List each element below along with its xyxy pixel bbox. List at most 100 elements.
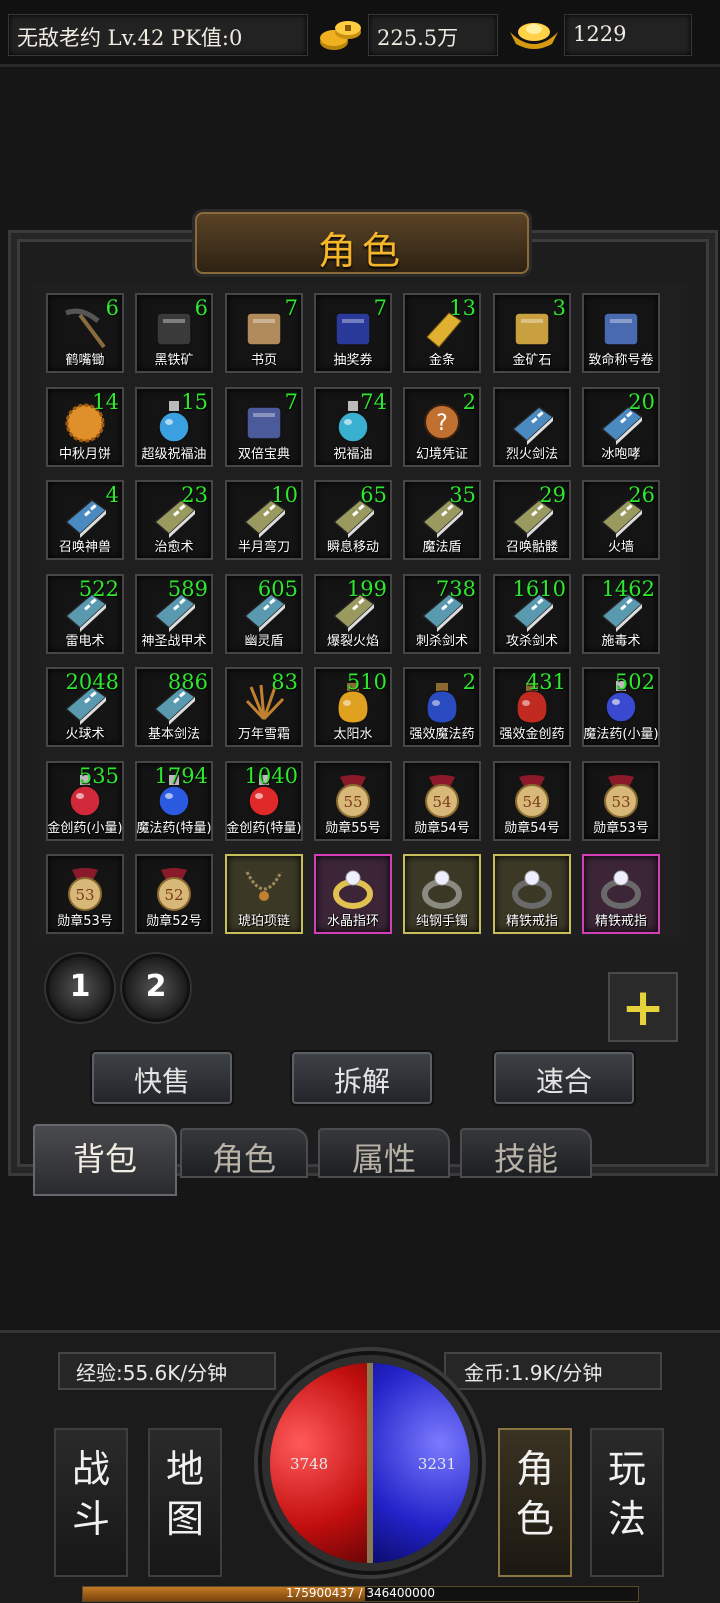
inventory-slot[interactable]: 纯钢手镯 <box>403 854 481 934</box>
inventory-slot[interactable]: 1462 施毒术 <box>582 574 660 654</box>
inventory-slot[interactable]: 1610 攻杀剑术 <box>493 574 571 654</box>
item-count: 502 <box>614 670 655 694</box>
inventory-slot[interactable]: 54 勋章54号 <box>403 761 481 841</box>
inventory-slot[interactable]: 4 召唤神兽 <box>46 480 124 560</box>
nav-battle-button[interactable]: 战 斗 <box>54 1428 128 1577</box>
svg-text:53: 53 <box>611 793 630 811</box>
item-count: 6 <box>194 296 208 320</box>
skill-book-icon <box>509 399 555 445</box>
inventory-slot[interactable]: 7 双倍宝典 <box>225 387 303 467</box>
quick-merge-button[interactable]: 速合 <box>494 1052 634 1104</box>
item-count: 14 <box>92 390 119 414</box>
inventory-slot[interactable]: 29 召唤骷髅 <box>493 480 571 560</box>
item-name: 幻境凭证 <box>415 447 468 462</box>
page-2-button[interactable]: 2 <box>122 954 190 1022</box>
inventory-slot[interactable]: 83 万年雪霜 <box>225 667 303 747</box>
panel-title-plate: 角色 <box>195 212 529 274</box>
item-count: 2 <box>462 670 476 694</box>
inventory-slot[interactable]: 431 强效金创药 <box>493 667 571 747</box>
inventory-slot[interactable]: 1794 魔法药(特量) <box>135 761 213 841</box>
inventory-slot[interactable]: 605 幽灵盾 <box>225 574 303 654</box>
inventory-slot[interactable]: 1040 金创药(特量) <box>225 761 303 841</box>
add-slot-button[interactable]: + <box>608 972 678 1042</box>
inventory-slot[interactable]: 3 金矿石 <box>493 293 571 373</box>
inventory-slot[interactable]: 20 冰咆哮 <box>582 387 660 467</box>
tab-character[interactable]: 角色 <box>180 1128 308 1178</box>
inventory-slot[interactable]: 886 基本剑法 <box>135 667 213 747</box>
mana-pouch-icon <box>419 679 465 725</box>
inventory-slot[interactable]: 65 瞬息移动 <box>314 480 392 560</box>
item-name: 纯钢手镯 <box>415 914 468 929</box>
svg-text:54: 54 <box>522 793 541 811</box>
item-count: 510 <box>346 670 387 694</box>
page-1-button[interactable]: 1 <box>46 954 114 1022</box>
inventory-slot[interactable]: 55 勋章55号 <box>314 761 392 841</box>
inventory-slot[interactable]: 535 金创药(小量) <box>46 761 124 841</box>
hp-value: 3748 <box>290 1455 329 1473</box>
gold-amount: 225.5万 <box>377 26 459 50</box>
inventory-slot[interactable]: 53 勋章53号 <box>46 854 124 934</box>
nav-play-button[interactable]: 玩 法 <box>590 1428 664 1577</box>
tab-attributes[interactable]: 属性 <box>318 1128 450 1178</box>
dismantle-button[interactable]: 拆解 <box>292 1052 432 1104</box>
nav-battle-label: 战 斗 <box>71 1447 110 1541</box>
inventory-slot[interactable]: ? 2 幻境凭证 <box>403 387 481 467</box>
nav-character-button[interactable]: 角 色 <box>498 1428 572 1577</box>
gold-ingot-icon <box>506 14 562 54</box>
inventory-slot[interactable]: 738 刺杀剑术 <box>403 574 481 654</box>
inventory-slot[interactable]: 6 黑铁矿 <box>135 293 213 373</box>
item-count: 1462 <box>601 577 655 601</box>
inventory-slot[interactable]: 589 神圣战甲术 <box>135 574 213 654</box>
item-count: 589 <box>167 577 208 601</box>
medal-icon: 52 <box>151 866 197 912</box>
exp-rate: 经验:55.6K/分钟 <box>76 1361 228 1385</box>
inventory-slot[interactable]: 水晶指环 <box>314 854 392 934</box>
tab-skills[interactable]: 技能 <box>460 1128 592 1178</box>
item-name: 瞬息移动 <box>326 540 379 555</box>
inventory-slot[interactable]: 7 抽奖券 <box>314 293 392 373</box>
inventory-slot[interactable]: 精铁戒指 <box>493 854 571 934</box>
inventory-slot[interactable]: 52 勋章52号 <box>135 854 213 934</box>
inventory-slot[interactable]: 53 勋章53号 <box>582 761 660 841</box>
inventory-slot[interactable]: 琥珀项链 <box>225 854 303 934</box>
inventory-slot[interactable]: 23 治愈术 <box>135 480 213 560</box>
item-name: 金矿石 <box>512 353 552 368</box>
inventory-slot[interactable]: 74 祝福油 <box>314 387 392 467</box>
inventory-slot[interactable]: 522 雷电术 <box>46 574 124 654</box>
inventory-slot[interactable]: 502 魔法药(小量) <box>582 667 660 747</box>
nav-map-label: 地 图 <box>165 1447 204 1541</box>
inventory-slot[interactable]: 7 书页 <box>225 293 303 373</box>
inventory-slot[interactable]: 精铁戒指 <box>582 854 660 934</box>
inventory-slot[interactable]: 35 魔法盾 <box>403 480 481 560</box>
quick-sell-button[interactable]: 快售 <box>92 1052 232 1104</box>
inventory-slot[interactable]: 致命称号卷 <box>582 293 660 373</box>
inventory-slot[interactable]: 2048 火球术 <box>46 667 124 747</box>
iron-ring-icon <box>509 866 555 912</box>
inventory-slot[interactable]: 13 金条 <box>403 293 481 373</box>
skill-book-icon <box>62 492 108 538</box>
lottery-ticket-icon <box>330 305 376 351</box>
item-name: 致命称号卷 <box>588 353 654 368</box>
inventory-slot[interactable]: 烈火剑法 <box>493 387 571 467</box>
inventory-slot[interactable]: 54 勋章54号 <box>493 761 571 841</box>
nav-map-button[interactable]: 地 图 <box>148 1428 222 1577</box>
medal-icon: 54 <box>419 773 465 819</box>
item-name: 超级祝福油 <box>141 447 207 462</box>
hp-mp-orb: 3748 3231 <box>262 1355 478 1571</box>
inventory-slot[interactable]: 10 半月弯刀 <box>225 480 303 560</box>
exp-rate-box: 经验:55.6K/分钟 <box>58 1352 276 1390</box>
inventory-slot[interactable]: 510 太阳水 <box>314 667 392 747</box>
inventory-slot[interactable]: 2 强效魔法药 <box>403 667 481 747</box>
tab-bag[interactable]: 背包 <box>33 1124 177 1196</box>
inventory-slot[interactable]: 14 中秋月饼 <box>46 387 124 467</box>
inventory-slot[interactable]: 199 爆裂火焰 <box>314 574 392 654</box>
inventory-slot[interactable]: 6 鹤嘴锄 <box>46 293 124 373</box>
item-count: 7 <box>284 390 298 414</box>
inventory-slot[interactable]: 26 火墙 <box>582 480 660 560</box>
item-name: 太阳水 <box>333 727 373 742</box>
item-count: 20 <box>628 390 655 414</box>
inventory-slot[interactable]: 15 超级祝福油 <box>135 387 213 467</box>
item-name: 攻杀剑术 <box>505 634 558 649</box>
exp-text: 175900437 / 346400000 <box>285 1586 436 1600</box>
black-iron-ore-icon <box>151 305 197 351</box>
